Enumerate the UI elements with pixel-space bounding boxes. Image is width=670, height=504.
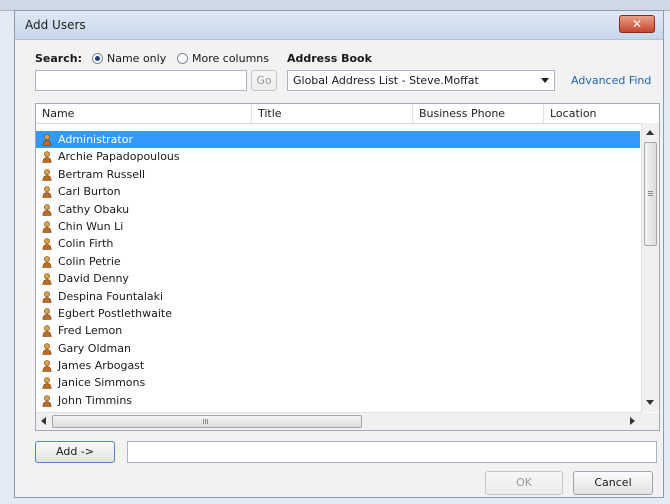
list-item[interactable]: Gary Oldman xyxy=(36,340,640,357)
radio-selected-dot xyxy=(95,56,100,61)
user-icon xyxy=(42,238,52,251)
user-icon xyxy=(42,203,52,216)
list-item[interactable]: Carl Burton xyxy=(36,183,640,200)
go-button-label: Go xyxy=(256,74,272,87)
scroll-left-icon[interactable] xyxy=(41,417,46,425)
list-item[interactable]: Colin Petrie xyxy=(36,253,640,270)
list-item[interactable]: James Arbogast xyxy=(36,357,640,374)
list-item[interactable]: Cathy Obaku xyxy=(36,201,640,218)
list-item-name: Administrator xyxy=(58,133,133,146)
cancel-button-label: Cancel xyxy=(594,476,632,489)
list-item[interactable]: Colin Firth xyxy=(36,235,640,252)
list-item[interactable]: Administrator xyxy=(36,131,640,149)
title-bar: Add Users ✕ xyxy=(15,11,663,40)
user-icon xyxy=(42,290,52,303)
column-header-business-phone[interactable]: Business Phone xyxy=(413,104,544,123)
radio-more-columns[interactable] xyxy=(177,53,188,64)
list-item[interactable]: Archie Papadopoulous xyxy=(36,148,640,165)
user-icon xyxy=(42,134,52,146)
list-item-name: John Timmins xyxy=(58,393,133,407)
list-item-name: Chin Wun Li xyxy=(58,219,124,233)
user-icon xyxy=(42,221,52,233)
scroll-up-icon[interactable] xyxy=(646,130,654,135)
list-item-name: Despina Fountalaki xyxy=(58,289,164,303)
grip-icon xyxy=(648,191,653,192)
vertical-scrollbar[interactable] xyxy=(641,123,659,412)
list-item-name: Carl Burton xyxy=(58,185,121,199)
column-header-title[interactable]: Title xyxy=(252,104,413,123)
list-item[interactable]: Chin Wun Li xyxy=(36,218,640,235)
list-item-name: Gary Oldman xyxy=(58,341,131,355)
add-button-label: Add -> xyxy=(56,445,94,458)
search-input[interactable] xyxy=(35,70,247,91)
user-icon xyxy=(42,325,52,338)
user-icon xyxy=(42,360,52,372)
list-rows: Administrator Archie Papadopoulous Bertram… xyxy=(36,131,640,427)
user-icon xyxy=(42,256,52,268)
scrollbar-corner xyxy=(642,413,659,430)
column-header-name[interactable]: Name xyxy=(36,104,252,123)
address-book-value: Global Address List - Steve.Moffat xyxy=(293,74,479,87)
user-icon xyxy=(42,308,52,320)
dialog-title: Add Users xyxy=(25,18,86,32)
list-header: Name Title Business Phone Location xyxy=(36,104,659,124)
ok-button-label: OK xyxy=(516,476,532,489)
list-item[interactable]: Despina Fountalaki xyxy=(36,288,640,305)
radio-name-only-label[interactable]: Name only xyxy=(107,52,166,65)
cancel-button[interactable]: Cancel xyxy=(573,471,653,495)
horizontal-scroll-thumb[interactable] xyxy=(52,415,362,428)
horizontal-scrollbar[interactable] xyxy=(36,412,642,430)
scroll-down-icon[interactable] xyxy=(646,400,654,405)
vertical-scroll-thumb[interactable] xyxy=(644,142,657,246)
list-item-name: James Arbogast xyxy=(58,359,145,373)
advanced-find-link[interactable]: Advanced Find xyxy=(571,74,651,87)
address-book-label: Address Book xyxy=(287,52,372,65)
user-icon xyxy=(42,273,52,285)
add-button[interactable]: Add -> xyxy=(35,441,115,463)
add-users-dialog: Add Users ✕ Search: Name only More colum… xyxy=(14,10,664,498)
list-item-name: Egbert Postlethwaite xyxy=(58,306,173,320)
list-item[interactable]: Fred Lemon xyxy=(36,322,640,339)
list-item[interactable]: Janice Simmons xyxy=(36,374,640,391)
user-icon xyxy=(42,169,52,181)
list-item-name: Colin Firth xyxy=(58,237,114,251)
chevron-down-icon xyxy=(541,78,549,83)
list-item-name: David Denny xyxy=(58,272,129,286)
selected-users-field[interactable] xyxy=(127,441,657,463)
list-item[interactable]: Egbert Postlethwaite xyxy=(36,305,640,322)
list-item-name: Janice Simmons xyxy=(58,376,146,390)
column-header-location[interactable]: Location xyxy=(544,104,659,123)
radio-name-only[interactable] xyxy=(92,53,103,64)
list-item-name: Colin Petrie xyxy=(58,254,121,268)
list-item[interactable]: David Denny xyxy=(36,270,640,287)
address-book-select[interactable]: Global Address List - Steve.Moffat xyxy=(287,70,555,91)
user-icon xyxy=(42,395,52,407)
user-icon xyxy=(42,186,52,198)
user-icon xyxy=(42,377,52,390)
users-list[interactable]: Name Title Business Phone Location Admin… xyxy=(35,103,660,431)
radio-more-columns-label[interactable]: More columns xyxy=(192,52,269,65)
close-button[interactable]: ✕ xyxy=(619,15,655,33)
list-item-name: Fred Lemon xyxy=(58,324,123,338)
scroll-right-icon[interactable] xyxy=(630,417,635,425)
list-item-name: Bertram Russell xyxy=(58,167,146,181)
list-item-name: Cathy Obaku xyxy=(58,202,130,216)
user-icon xyxy=(42,151,52,164)
search-label: Search: xyxy=(35,52,82,65)
list-item[interactable]: Bertram Russell xyxy=(36,166,640,183)
grip-icon xyxy=(203,419,204,424)
close-icon: ✕ xyxy=(631,17,643,31)
go-button[interactable]: Go xyxy=(251,70,277,91)
ok-button[interactable]: OK xyxy=(485,471,563,495)
list-item-name: Archie Papadopoulous xyxy=(58,150,180,164)
user-icon xyxy=(42,342,52,355)
list-item[interactable]: John Timmins xyxy=(36,392,640,409)
